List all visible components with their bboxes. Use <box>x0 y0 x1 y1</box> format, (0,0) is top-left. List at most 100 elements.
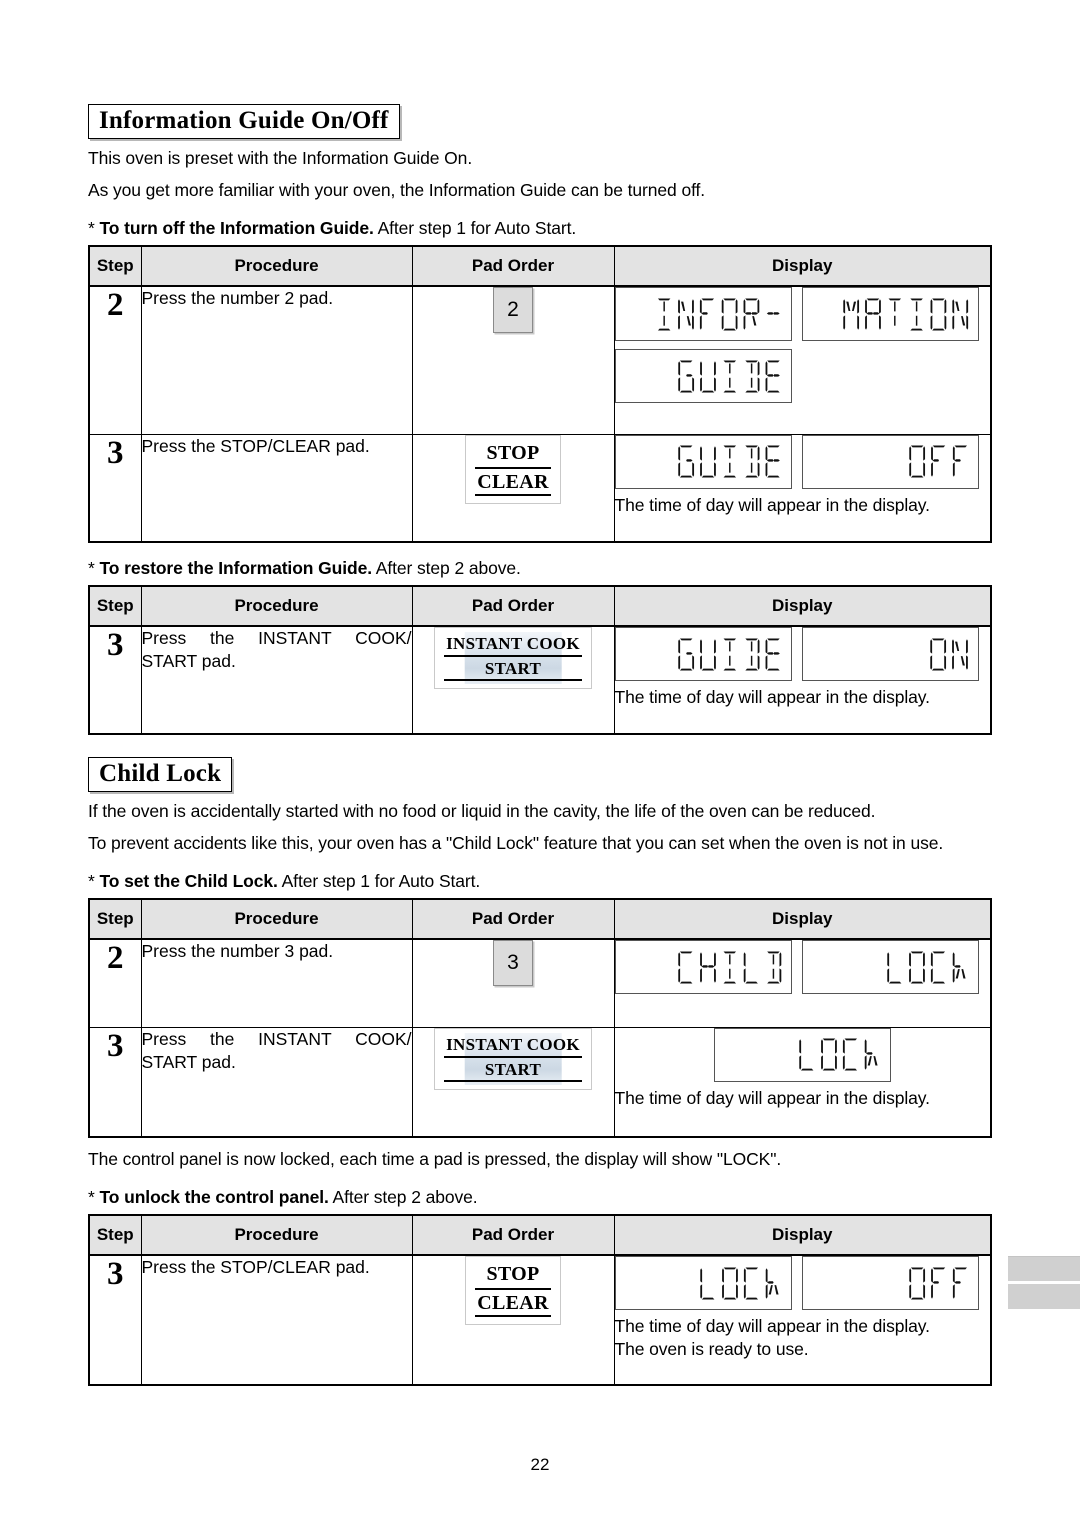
procedure-text: Press the number 2 pad. <box>140 285 413 435</box>
col-header-pad-order: Pad Order <box>411 898 615 940</box>
col-header-step: Step <box>88 1214 142 1256</box>
section-heading-information-guide: Information Guide On/Off <box>88 104 400 139</box>
number-pad-button[interactable]: 2 <box>493 287 533 333</box>
step-number: 3 <box>88 433 142 543</box>
child-lock-note: The control panel is now locked, each ti… <box>88 1149 782 1169</box>
subhead-bold-text: To set the Child Lock. <box>99 871 278 891</box>
lcd-display-box <box>801 940 979 994</box>
procedure-text: Press the INSTANT COOK/ START pad. <box>140 1026 413 1138</box>
table-row: 3 Press the INSTANT COOK/ START pad. INS… <box>88 625 992 735</box>
col-header-display: Display <box>613 1214 992 1256</box>
display-note: The time of day will appear in the displ… <box>614 1087 931 1108</box>
display-note: The time of day will appear in the displ… <box>614 687 931 707</box>
lcd-segment-text <box>908 445 967 478</box>
table-restore-information-guide: Step Procedure Pad Order Display 3 Press… <box>88 585 992 735</box>
subhead-restore-information-guide: * To restore the Information Guide. Afte… <box>88 557 992 579</box>
pad-label-line2: CLEAR <box>475 469 551 496</box>
lcd-segment-text <box>887 951 966 983</box>
table-row: 3 Press the STOP/CLEAR pad. STOP CLEAR T… <box>88 1254 992 1386</box>
pad-order-cell: INSTANT COOK START <box>411 1026 615 1138</box>
pad-label-line2: CLEAR <box>475 1290 551 1317</box>
lcd-display-box <box>614 349 792 403</box>
step-number: 2 <box>88 285 142 435</box>
pad-label-line1: INSTANT COOK <box>444 634 582 657</box>
pad-order-cell: 2 <box>411 285 615 435</box>
lcd-display-box <box>801 627 979 681</box>
col-header-step: Step <box>88 245 142 287</box>
subhead-rest-text: After step 2 above. <box>372 558 521 578</box>
pad-order-cell: 3 <box>411 938 615 1028</box>
pad-label-line1: STOP <box>475 1263 551 1290</box>
pad-label-line2: START <box>444 657 582 681</box>
subhead-bold-text: To turn off the Information Guide. <box>99 218 374 238</box>
step-number: 2 <box>88 938 142 1028</box>
number-pad-button[interactable]: 3 <box>493 940 533 986</box>
table-row: 2 Press the number 2 pad. 2 <box>88 285 992 435</box>
subhead-rest-text: After step 2 above. <box>328 1187 478 1207</box>
lcd-segment-text <box>700 1267 779 1299</box>
page-number: 22 <box>530 1455 550 1474</box>
lcd-display-box <box>614 1256 792 1310</box>
lcd-segment-text <box>678 638 780 670</box>
col-header-display: Display <box>613 585 992 627</box>
subhead-turn-off-information-guide: * To turn off the Information Guide. Aft… <box>88 217 992 239</box>
lcd-segment-text <box>678 360 780 392</box>
lcd-segment-text <box>930 638 969 670</box>
procedure-text: Press the STOP/CLEAR pad. <box>140 433 413 543</box>
pad-order-cell: STOP CLEAR <box>411 1254 615 1386</box>
subhead-bold-text: To unlock the control panel. <box>99 1187 329 1207</box>
table-unlock-control-panel: Step Procedure Pad Order Display 3 Press… <box>88 1214 992 1386</box>
pad-label-line1: STOP <box>475 442 551 469</box>
col-header-display: Display <box>613 245 992 287</box>
lcd-display-box <box>614 940 792 994</box>
lcd-display-box <box>801 287 979 341</box>
table-header-row: Step Procedure Pad Order Display <box>88 1214 992 1256</box>
display-cell: The time of day will appear in the displ… <box>613 1026 992 1138</box>
lcd-display-box <box>801 434 979 489</box>
lcd-segment-text <box>658 298 780 330</box>
col-header-step: Step <box>88 585 142 627</box>
col-header-procedure: Procedure <box>140 245 413 287</box>
table-turn-off-information-guide: Step Procedure Pad Order Display 2 Press… <box>88 245 992 543</box>
col-header-step: Step <box>88 898 142 940</box>
display-note: The time of day will appear in the displ… <box>614 494 931 515</box>
col-header-display: Display <box>613 898 992 940</box>
procedure-line-2: START pad. <box>141 651 236 671</box>
page-edge-tab-marker <box>1008 1256 1080 1309</box>
subhead-set-child-lock: * To set the Child Lock. After step 1 fo… <box>88 870 992 892</box>
table-row: 2 Press the number 3 pad. 3 <box>88 938 992 1028</box>
section1-paragraph-1: This oven is preset with the Information… <box>88 148 473 168</box>
lcd-display-box <box>614 287 792 341</box>
col-header-procedure: Procedure <box>140 898 413 940</box>
instant-cook-start-pad-button[interactable]: INSTANT COOK START <box>434 627 592 689</box>
table-row: 3 Press the STOP/CLEAR pad. STOP CLEAR T… <box>88 433 992 543</box>
display-cell <box>613 285 992 435</box>
table-header-row: Step Procedure Pad Order Display <box>88 245 992 287</box>
col-header-pad-order: Pad Order <box>411 1214 615 1256</box>
stop-clear-pad-button[interactable]: STOP CLEAR <box>465 1256 561 1325</box>
col-header-pad-order: Pad Order <box>411 585 615 627</box>
section2-paragraph-1: If the oven is accidentally started with… <box>88 801 876 821</box>
bullet-star: * <box>88 871 95 891</box>
lcd-display-box <box>713 1027 891 1082</box>
subhead-rest-text: After step 1 for Auto Start. <box>373 218 577 238</box>
lcd-display-box <box>801 1256 979 1310</box>
manual-page: Information Guide On/Off This oven is pr… <box>88 0 992 1526</box>
step-number: 3 <box>88 1254 142 1386</box>
procedure-line-2: START pad. <box>141 1051 236 1072</box>
pad-label-line2: START <box>444 1058 582 1082</box>
display-note-2: The oven is ready to use. <box>614 1339 809 1359</box>
lcd-segment-text <box>908 1267 967 1299</box>
subhead-rest-text: After step 1 for Auto Start. <box>277 871 481 891</box>
section-heading-child-lock: Child Lock <box>88 757 233 792</box>
display-cell: The time of day will appear in the displ… <box>613 433 992 543</box>
col-header-pad-order: Pad Order <box>411 245 615 287</box>
pad-label-line1: INSTANT COOK <box>444 1035 582 1058</box>
display-note: The time of day will appear in the displ… <box>614 1316 931 1336</box>
subhead-bold-text: To restore the Information Guide. <box>99 558 372 578</box>
stop-clear-pad-button[interactable]: STOP CLEAR <box>465 434 561 504</box>
table-header-row: Step Procedure Pad Order Display <box>88 898 992 940</box>
bullet-star: * <box>88 218 95 238</box>
bullet-star: * <box>88 1187 95 1207</box>
instant-cook-start-pad-button[interactable]: INSTANT COOK START <box>434 1027 592 1090</box>
